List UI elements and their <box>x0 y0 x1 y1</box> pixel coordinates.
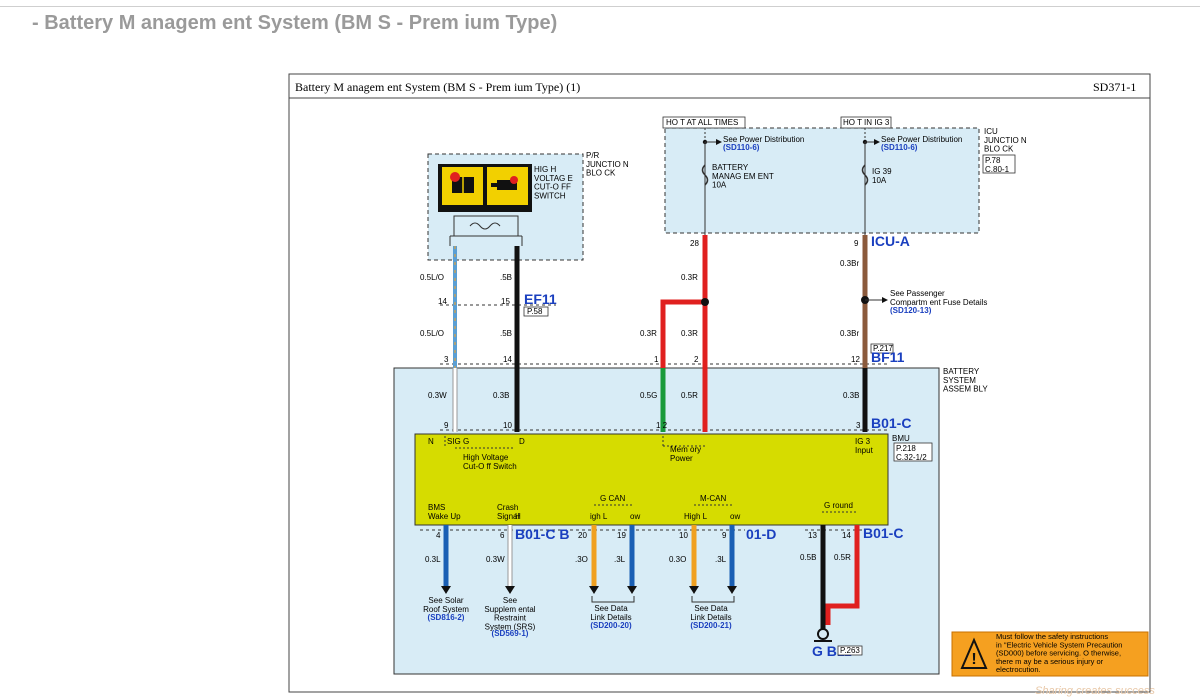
wire-label-w17: 0.5R <box>834 553 851 562</box>
dest-solar: See Solar Roof System <box>423 596 469 614</box>
bf11-pin-12: 12 <box>851 355 860 364</box>
wire-label-w1b: 0.5L/O <box>420 329 444 338</box>
wire-label-w9: 0.3B <box>843 391 859 400</box>
icu-a-connector: ICU-A <box>871 233 910 249</box>
pin-9: 9 <box>722 531 727 540</box>
wire-label-w8: 0.5R <box>681 391 698 400</box>
bf11-pin-3: 3 <box>444 355 449 364</box>
icu-pin-9: 9 <box>854 239 859 248</box>
b01c-top-pin-3: 3 <box>856 421 861 430</box>
see-power-dist-1-ref: (SD110-6) <box>723 143 760 152</box>
hot-in-ig3-label: HO T IN IG 3 <box>843 118 890 127</box>
d01-connector: 01-D <box>746 526 776 542</box>
sheet-code: SD371-1 <box>1093 80 1136 94</box>
icu-pin-28: 28 <box>690 239 699 248</box>
wiring-diagram: Battery M anagem ent System (BM S - Prem… <box>288 73 1155 697</box>
ground-ref: P.263 <box>840 646 860 655</box>
wire-label-w6: 0.3B <box>493 391 509 400</box>
warning-exclamation-icon: ! <box>971 651 976 668</box>
pin-4: 4 <box>436 531 441 540</box>
dest-solar-ref: (SD816-2) <box>428 613 465 622</box>
bmu-d: D <box>519 437 525 446</box>
wire-label-w11: 0.3W <box>486 555 505 564</box>
ef11-connector: EF11 <box>524 291 557 307</box>
ef11-pin-15: 15 <box>501 297 510 306</box>
bmu-gcan-high: igh L <box>590 512 608 521</box>
dest-data1: See Data Link Details <box>590 604 631 622</box>
dest-data2: See Data Link Details <box>690 604 731 622</box>
bmu-h: H <box>515 512 521 521</box>
b01c-top-pin-12: 1 2 <box>656 421 668 430</box>
wire-label-w13: .3L <box>614 555 626 564</box>
dest-data1-ref: (SD200-20) <box>590 621 632 630</box>
wire-label-w5: 0.3W <box>428 391 447 400</box>
bmu-sigg: SIG G <box>447 437 469 446</box>
pin-10: 10 <box>679 531 688 540</box>
wire-label-w3a: 0.3R <box>681 273 698 282</box>
bmu-mcan: M-CAN <box>700 494 726 503</box>
wire-label-w2b: .5B <box>500 329 512 338</box>
watermark: Sharing creates success <box>1035 685 1155 697</box>
bf11-pin-14: 14 <box>503 355 512 364</box>
wire-label-w2a: .5B <box>500 273 512 282</box>
bmu-gcan-low: ow <box>630 512 640 521</box>
pin-6: 6 <box>500 531 505 540</box>
bf11-pin-2: 2 <box>694 355 699 364</box>
pin-13: 13 <box>808 531 817 540</box>
bf11-connector: BF11 <box>871 349 905 365</box>
bmu-module <box>414 433 889 526</box>
fuse-details-ref: (SD120-13) <box>890 306 932 315</box>
pin-14: 14 <box>842 531 851 540</box>
bmu-label: BMU <box>892 434 910 443</box>
b01c-top-connector: B01-C <box>871 415 911 431</box>
pin-19: 19 <box>617 531 626 540</box>
wire-label-w15: .3L <box>715 555 727 564</box>
bmu-gcan: G CAN <box>600 494 626 503</box>
wire-label-w16: 0.5B <box>800 553 816 562</box>
b01c-bottom-connector: B01-C <box>863 525 903 541</box>
bmu-ground: G round <box>824 501 853 510</box>
pin-20: 20 <box>578 531 587 540</box>
bmu-mcan-high: High L <box>684 512 708 521</box>
wire-label-w3b: 0.3R <box>640 329 657 338</box>
wire-label-w7: 0.5G <box>640 391 657 400</box>
bmu-mcan-low: ow <box>730 512 740 521</box>
b01cb-connector: B01-C B <box>515 526 569 542</box>
b01c-top-pin-10: 10 <box>503 421 512 430</box>
wire-label-w14: 0.3O <box>669 555 686 564</box>
wire-label-w10: 0.3L <box>425 555 441 564</box>
ef11-pin-14: 14 <box>438 297 447 306</box>
dest-srs-ref: (SD569-1) <box>492 629 529 638</box>
wire-label-w4b: 0.3Br <box>840 329 859 338</box>
wire-label-w4a: 0.3Br <box>840 259 859 268</box>
bf11-pin-1: 1 <box>654 355 659 364</box>
sheet-title: Battery M anagem ent System (BM S - Prem… <box>295 80 580 94</box>
see-power-dist-2-ref: (SD110-6) <box>881 143 918 152</box>
ef11-ref: P.58 <box>527 307 543 316</box>
b01c-top-pin-9: 9 <box>444 421 449 430</box>
wire-label-w1a: 0.5L/O <box>420 273 444 282</box>
splice-node-red <box>701 298 709 306</box>
dest-data2-ref: (SD200-21) <box>690 621 732 630</box>
hot-at-all-times-label: HO T AT ALL TIMES <box>666 118 738 127</box>
bmu-n: N <box>428 437 434 446</box>
wire-label-w12: .3O <box>575 555 588 564</box>
wire-label-w3c: 0.3R <box>681 329 698 338</box>
